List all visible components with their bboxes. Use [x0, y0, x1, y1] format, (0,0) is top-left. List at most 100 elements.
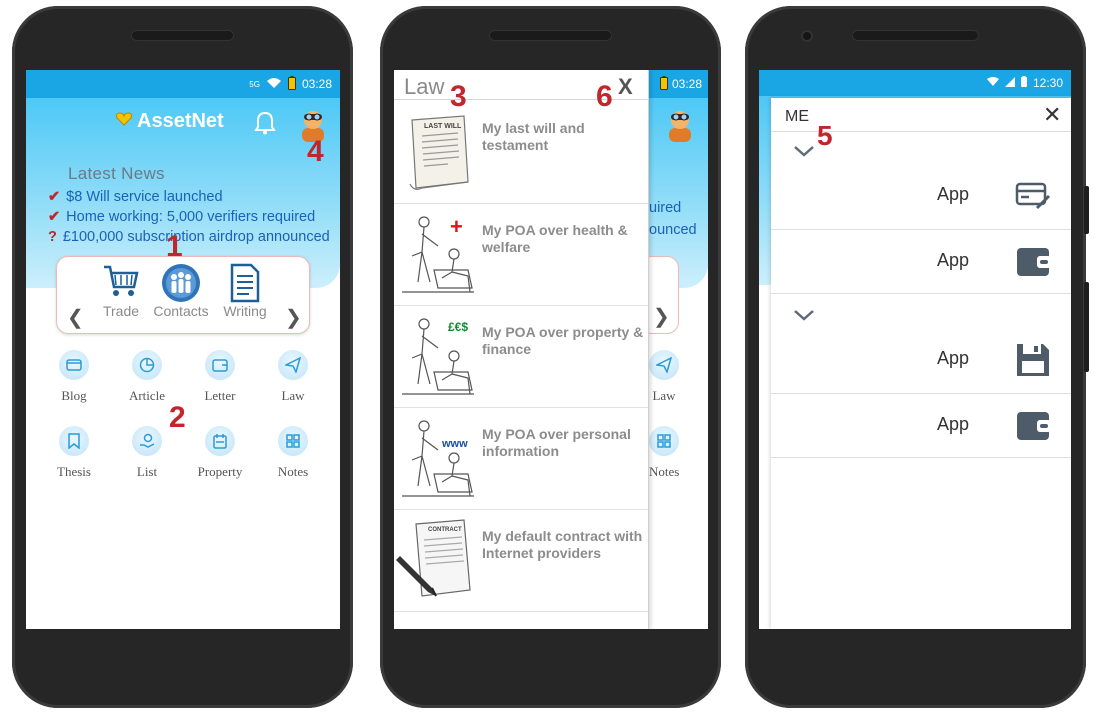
grid-label: Law [281, 388, 305, 403]
bg-notes-cell: Notes [649, 426, 679, 480]
background-home: 03:28 uired ounced ❯ Law Notes [639, 70, 708, 629]
grid-item-law[interactable]: Law [261, 350, 325, 404]
app-name: AssetNet [137, 110, 224, 132]
contract-pen-icon: CONTRACT [396, 516, 476, 605]
card-edit-icon [1015, 180, 1051, 217]
status-time: 03:28 [301, 77, 332, 91]
news-list: ✔ $8 Will service launched ✔ Home workin… [48, 187, 330, 247]
news-text: $8 Will service launched [66, 189, 223, 205]
caregiver-web-icon: www [398, 416, 478, 505]
bookmark-icon [59, 426, 89, 456]
side-button [1084, 186, 1089, 234]
law-item-text: My last will and testament [482, 120, 585, 153]
app-row[interactable]: App [771, 166, 1071, 230]
wallet-icon [1015, 408, 1051, 447]
law-item-text: My POA over health & welfare [482, 222, 628, 255]
law-item-text: My default contract with Internet provid… [482, 528, 643, 561]
news-item[interactable]: ✔ $8 Will service launched [48, 187, 330, 207]
carousel-label: Contacts [153, 303, 209, 319]
app-label: App [937, 250, 970, 270]
callout-2: 2 [169, 401, 186, 434]
chevron-down-icon[interactable] [793, 308, 815, 327]
law-item-will[interactable]: LAST WILL My last will and testament [394, 102, 648, 204]
grid-label: Notes [277, 464, 309, 479]
apps-grid-icon [278, 426, 308, 456]
carousel-item-writing[interactable]: Writing [217, 263, 273, 321]
news-item[interactable]: ✔ Home working: 5,000 verifiers required [48, 207, 330, 227]
currency-icon: £€$ [448, 320, 469, 334]
contacts-icon [149, 263, 213, 303]
bg-next-arrow: ❯ [653, 306, 670, 328]
bg-status-bar: 03:28 [649, 70, 708, 98]
check-icon: ✔ [48, 189, 61, 205]
grid-item-property[interactable]: Property [188, 426, 252, 480]
grid-item-letter[interactable]: Letter [188, 350, 252, 404]
signal-icon [1004, 76, 1015, 90]
network-label: 5G [249, 79, 260, 89]
phone-3: 12:30 ME ✕ App App App App 5 [745, 6, 1089, 708]
contract-label: CONTRACT [428, 527, 462, 533]
pie-chart-icon [132, 350, 162, 380]
carousel-next-button[interactable]: ❯ [285, 305, 302, 330]
grid-item-notes[interactable]: Notes [261, 426, 325, 480]
chevron-down-icon[interactable] [793, 144, 815, 163]
grid-item-thesis[interactable]: Thesis [42, 426, 106, 480]
callout-3: 3 [450, 80, 467, 113]
will-scroll-icon: LAST WILL [398, 112, 478, 199]
phone-1: 5G 03:28 AssetNet Latest News ✔ $8 Will … [12, 6, 353, 708]
law-item-health[interactable]: + My POA over health & welfare [394, 204, 648, 306]
phone-1-speaker [131, 30, 234, 41]
phone-3-speaker [852, 30, 979, 41]
card-icon [59, 350, 89, 380]
save-icon [1015, 342, 1051, 383]
callout-4: 4 [307, 135, 324, 168]
bg-news-fragment: uired [649, 200, 682, 216]
drawer-title: Law [404, 74, 445, 99]
me-close-button[interactable]: ✕ [1043, 102, 1061, 128]
bg-news-fragment: ounced [649, 222, 697, 238]
shopping-cart-icon [97, 263, 145, 303]
www-icon: www [442, 438, 468, 450]
app-label: App [937, 414, 970, 434]
caregiver-health-icon: + [398, 212, 478, 301]
news-title: Latest News [68, 164, 165, 183]
feature-carousel: ❮ ❯ Trade Contacts Writing [56, 256, 310, 334]
carousel-item-trade[interactable]: Trade [97, 263, 145, 321]
grid-item-list[interactable]: List [115, 426, 179, 480]
send-icon [649, 350, 679, 380]
law-item-property[interactable]: £€$ My POA over property & finance [394, 306, 648, 408]
app-row[interactable]: App [771, 394, 1071, 458]
phone-2: 03:28 uired ounced ❯ Law Notes Law X LAS… [380, 6, 721, 708]
wifi-icon [266, 77, 282, 92]
calendar-icon [205, 426, 235, 456]
news-item[interactable]: ? £100,000 subscription airdrop announce… [48, 227, 330, 247]
caregiver-money-icon: £€$ [398, 314, 478, 403]
grid-item-article[interactable]: Article [115, 350, 179, 404]
app-label: App [937, 348, 970, 368]
side-button [1084, 282, 1089, 372]
law-item-text: My POA over property & finance [482, 324, 644, 357]
law-item-contract[interactable]: CONTRACT My default contract with Intern… [394, 510, 648, 612]
drawer-close-button[interactable]: X [618, 74, 633, 100]
grid-item-blog[interactable]: Blog [42, 350, 106, 404]
battery-icon [1020, 76, 1027, 90]
law-item-text: My POA over personal information [482, 426, 631, 459]
bell-icon[interactable] [254, 111, 276, 140]
will-label: LAST WILL [424, 123, 462, 130]
heart-logo-icon [115, 112, 133, 131]
grid-label: Thesis [57, 464, 91, 479]
grid-label: Law [652, 388, 676, 403]
app-row[interactable]: App [771, 230, 1071, 294]
grid-label: Blog [61, 388, 87, 403]
wifi-icon [986, 76, 999, 90]
me-title: ME [785, 108, 809, 125]
law-drawer: Law X LAST WILL My last will and testame… [394, 70, 649, 629]
app-row[interactable]: App [771, 330, 1071, 394]
status-time: 12:30 [1032, 76, 1063, 90]
carousel-prev-button[interactable]: ❮ [67, 305, 84, 330]
battery-icon [659, 75, 668, 93]
document-icon [217, 263, 273, 303]
carousel-item-contacts[interactable]: Contacts [149, 263, 213, 321]
callout-6: 6 [596, 80, 613, 113]
law-item-personal-info[interactable]: www My POA over personal information [394, 408, 648, 510]
